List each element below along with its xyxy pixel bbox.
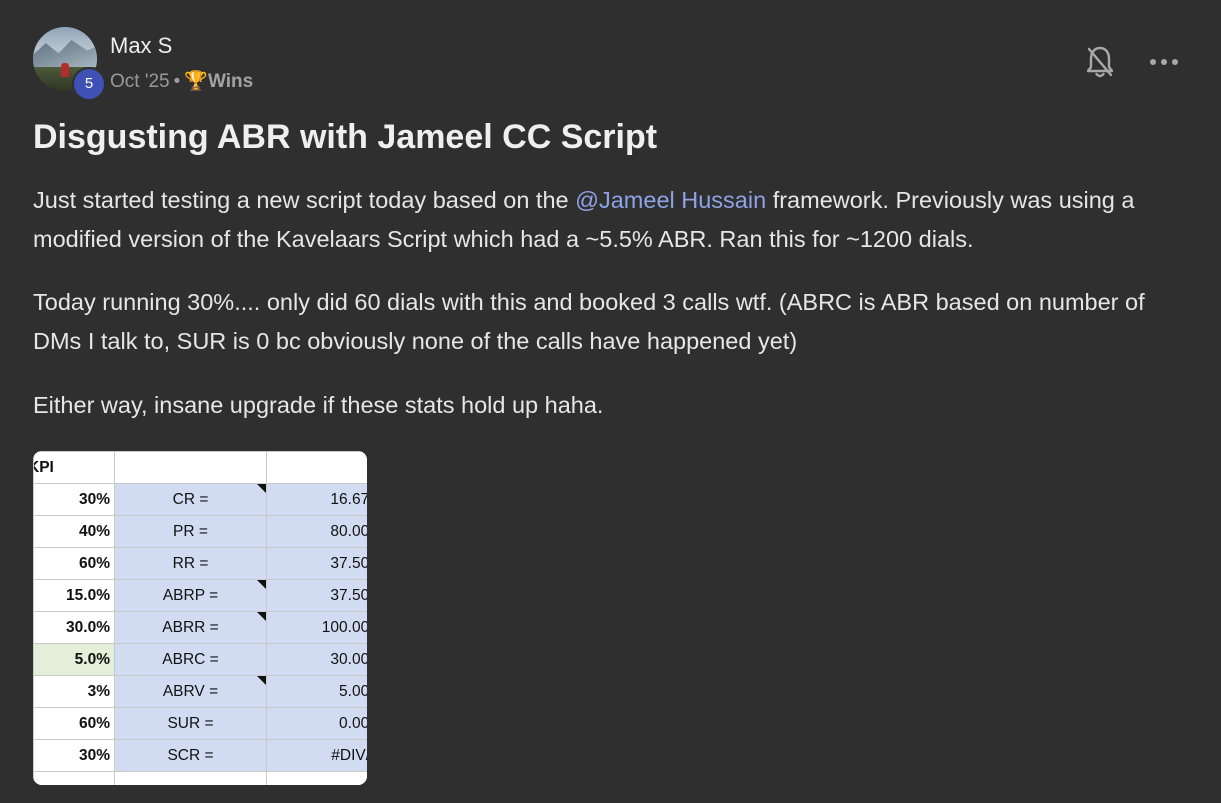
kpi-value-cell: 37.50%: [266, 579, 367, 612]
kpi-value: 80.00%: [330, 522, 367, 540]
kpi-value-cell: 37.50%: [266, 547, 367, 580]
bell-off-icon[interactable]: [1084, 44, 1116, 80]
kpi-value-cell: 5.00%: [266, 675, 367, 708]
post-paragraph-3: Either way, insane upgrade if these stat…: [33, 392, 604, 418]
meta-separator: •: [173, 71, 181, 92]
empty-cell: [114, 771, 267, 785]
kpi-value-cell: #DIV/0!: [266, 739, 367, 772]
table-header-cell: [266, 451, 367, 484]
kpi-target-cell: 15.0%: [33, 579, 115, 612]
comment-indicator-icon: [257, 676, 266, 685]
kpi-value: 100.00%: [321, 618, 367, 636]
table-row: 3% ABRV = 5.00%: [33, 675, 367, 708]
kpi-metric-cell: CR =: [114, 483, 267, 516]
spreadsheet-image[interactable]: KPI 30% CR = 16.67% 40% PR = 80.00% 60% RR = 37.…: [33, 451, 367, 785]
table-header-cell: [114, 451, 267, 484]
kpi-target-cell: 30.0%: [33, 611, 115, 644]
comment-indicator-icon: [257, 484, 266, 493]
empty-cell: [33, 771, 115, 785]
kpi-metric-cell: ABRP =: [114, 579, 267, 612]
kpi-value: 37.50%: [330, 586, 367, 604]
kpi-target-cell: 3%: [33, 675, 115, 708]
kpi-header: KPI: [35, 458, 54, 476]
level-badge: 5: [72, 67, 106, 101]
kpi-metric-cell: ABRC =: [114, 643, 267, 676]
user-mention-link[interactable]: @Jameel Hussain: [575, 187, 766, 213]
table-header-cell: KPI: [33, 451, 115, 484]
kpi-target-cell: 40%: [33, 515, 115, 548]
kpi-target-cell: 5.0%: [33, 643, 115, 676]
kpi-target-cell: 60%: [33, 707, 115, 740]
comment-indicator-icon: [257, 612, 266, 621]
kpi-value-cell: 30.00%: [266, 643, 367, 676]
kpi-metric-label: PR =: [173, 522, 208, 540]
kpi-metric-cell: RR =: [114, 547, 267, 580]
post-date[interactable]: Oct '25: [110, 71, 170, 92]
table-row: 5.0% ABRC = 30.00%: [33, 643, 367, 676]
post-card: 5 Max S Oct '25 • 🏆Wins Disgusting ABR wit…: [0, 0, 1221, 803]
table-row-empty: [33, 771, 367, 785]
author-name[interactable]: Max S: [110, 33, 172, 59]
kpi-metric-cell: ABRR =: [114, 611, 267, 644]
kpi-value-cell: 80.00%: [266, 515, 367, 548]
kpi-target-cell: 30%: [33, 483, 115, 516]
kpi-value-cell: 0.00%: [266, 707, 367, 740]
author-avatar-wrap[interactable]: 5: [33, 27, 106, 101]
kpi-value-cell: 16.67%: [266, 483, 367, 516]
kpi-value: #DIV/0!: [331, 746, 367, 764]
kpi-value: 5.00%: [339, 682, 367, 700]
kpi-target-cell: 30%: [33, 739, 115, 772]
kpi-value-cell: 100.00%: [266, 611, 367, 644]
kpi-metric-cell: PR =: [114, 515, 267, 548]
table-header-row: KPI: [33, 451, 367, 484]
kpi-metric-label: SCR =: [167, 746, 214, 764]
kpi-value: 37.50%: [330, 554, 367, 572]
kpi-metric-cell: ABRV =: [114, 675, 267, 708]
table-row: 30.0% ABRR = 100.00%: [33, 611, 367, 644]
kpi-metric-cell: SUR =: [114, 707, 267, 740]
kpi-metric-label: ABRV =: [162, 682, 219, 700]
kpi-value: 0.00%: [339, 714, 367, 732]
kpi-metric-label: ABRR =: [162, 618, 219, 636]
table-row: 30% SCR = #DIV/0!: [33, 739, 367, 772]
kpi-metric-cell: SCR =: [114, 739, 267, 772]
trophy-icon: 🏆: [184, 71, 208, 92]
post-title: Disgusting ABR with Jameel CC Script: [33, 118, 658, 156]
table-row: 60% RR = 37.50%: [33, 547, 367, 580]
post-paragraph-2: Today running 30%.... only did 60 dials …: [33, 289, 1145, 354]
kpi-metric-label: ABRC =: [162, 650, 219, 668]
more-options-icon[interactable]: [1148, 52, 1180, 72]
empty-cell: [266, 771, 367, 785]
kpi-value: 16.67%: [330, 490, 367, 508]
category-link[interactable]: Wins: [208, 71, 253, 92]
kpi-metric-label: ABRP =: [162, 586, 219, 604]
kpi-table: KPI 30% CR = 16.67% 40% PR = 80.00% 60% RR = 37.…: [33, 451, 367, 785]
post-meta: Oct '25 • 🏆Wins: [110, 69, 253, 93]
comment-indicator-icon: [257, 580, 266, 589]
kpi-metric-label: CR =: [172, 490, 209, 508]
table-row: 30% CR = 16.67%: [33, 483, 367, 516]
paragraph-text: Just started testing a new script today …: [33, 187, 576, 213]
table-row: 40% PR = 80.00%: [33, 515, 367, 548]
kpi-value: 30.00%: [330, 650, 367, 668]
post-paragraph-1: Just started testing a new script today …: [33, 181, 1183, 259]
kpi-target-cell: 60%: [33, 547, 115, 580]
table-row: 15.0% ABRP = 37.50%: [33, 579, 367, 612]
kpi-metric-label: SUR =: [167, 714, 214, 732]
table-row: 60% SUR = 0.00%: [33, 707, 367, 740]
kpi-metric-label: RR =: [172, 554, 209, 572]
